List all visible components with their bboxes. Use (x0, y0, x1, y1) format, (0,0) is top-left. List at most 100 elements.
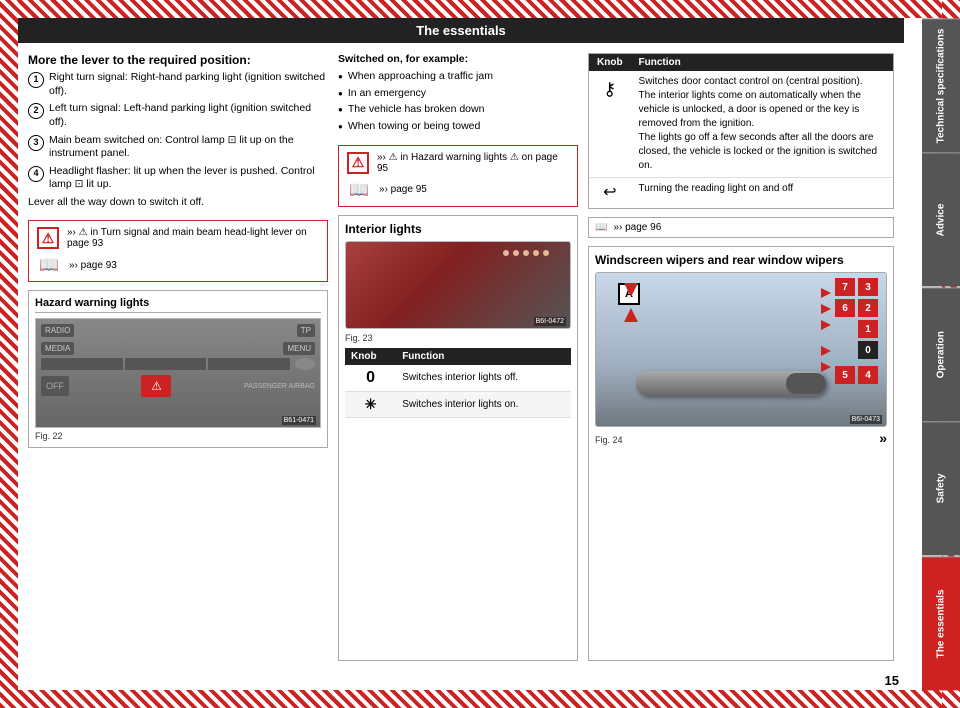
wiper-lever (636, 371, 826, 396)
mid-column: Switched on, for example: When approachi… (338, 53, 578, 661)
knob-sun: ✳ (345, 391, 396, 417)
switched-section: Switched on, for example: When approachi… (338, 53, 578, 137)
item-text-3: Main beam switched on: Control lamp ⊡ li… (49, 134, 328, 161)
num-circle-3: 3 (28, 135, 44, 151)
top-border (0, 0, 960, 18)
right-column: Knob Function ⚷ Switches door contact co… (588, 53, 894, 661)
windscreen-title: Windscreen wipers and rear window wipers (595, 253, 887, 267)
off-btn: OFF (41, 376, 69, 396)
warning-icon: ⚠ (37, 227, 59, 249)
fig-code-23: B6I-0472 (534, 317, 566, 326)
tabs-container: Technical specifications Advice Operatio… (922, 18, 960, 690)
radio-row1b: MEDIA MENU (41, 342, 315, 355)
table-row: ↩ Turning the reading light on and off (589, 178, 893, 209)
intro-text: More the lever to the required position: (28, 53, 328, 67)
book-icon-mid: 📖 (347, 180, 371, 200)
fig-23-label: Fig. 23 (345, 333, 571, 343)
item-text-2: Left turn signal: Left-hand parking ligh… (49, 102, 328, 129)
bullet-item: When approaching a traffic jam (338, 70, 578, 84)
arrows-to-numbers (821, 288, 831, 372)
list-item: 1 Right turn signal: Right-hand parking … (28, 71, 328, 98)
numbered-list: 1 Right turn signal: Right-hand parking … (28, 71, 328, 192)
page-title: The essentials (416, 23, 506, 38)
num-circle-1: 1 (28, 72, 44, 88)
menu-btn: MENU (283, 342, 315, 355)
label-2: 2 (858, 299, 878, 317)
radio-btn: RADIO (41, 324, 74, 337)
hazard-button[interactable]: ⚠ (141, 375, 171, 397)
table-row: 0 Switches interior lights off. (345, 365, 571, 392)
function-0: Switches interior lights off. (396, 365, 571, 392)
hazard-image: RADIO TP MEDIA MENU (35, 318, 321, 428)
tab-technical[interactable]: Technical specifications (922, 18, 960, 152)
label-1: 1 (858, 320, 878, 338)
num-circle-2: 2 (28, 103, 44, 119)
fig-24-label: Fig. 24 (595, 435, 623, 445)
wiper-diagram: A 7 3 (595, 272, 887, 427)
tab-operation[interactable]: Operation (922, 287, 960, 421)
interior-image: B6I-0472 (345, 241, 571, 329)
list-item: 3 Main beam switched on: Control lamp ⊡ … (28, 134, 328, 161)
warning-row-2: 📖 »› page 93 (37, 255, 319, 275)
main-content: The essentials More the lever to the req… (18, 18, 904, 690)
bullet-item: The vehicle has broken down (338, 103, 578, 117)
fig-code-22: B61-0471 (282, 416, 316, 425)
top-knob-section: Knob Function ⚷ Switches door contact co… (588, 53, 894, 209)
label-7: 7 (835, 278, 855, 296)
warning-row-1: ⚠ »› ⚠ in Turn signal and main beam head… (37, 227, 319, 249)
media-btn: MEDIA (41, 342, 74, 355)
interior-section: Interior lights B6I-0472 Fig. 23 (338, 215, 578, 661)
light-dots (503, 250, 560, 256)
radio-mock: RADIO TP MEDIA MENU (36, 319, 320, 427)
knob-0: 0 (345, 365, 396, 392)
page-number: 15 (18, 671, 904, 690)
fig-code-24: B6I-0473 (850, 415, 882, 424)
function-sun: Switches interior lights on. (396, 391, 571, 417)
arrow-right: » (879, 430, 887, 446)
col-knob: Knob (345, 348, 396, 365)
tab-safety[interactable]: Safety (922, 421, 960, 555)
radio-row1: RADIO TP (41, 324, 315, 337)
left-column: More the lever to the required position:… (28, 53, 328, 661)
page-ref-mid: »› page 95 (379, 184, 427, 195)
label-4: 4 (858, 366, 878, 384)
top-knob-table: Knob Function ⚷ Switches door contact co… (589, 54, 893, 208)
page-ref-left: »› page 93 (69, 260, 117, 271)
function-reading: Turning the reading light on and off (631, 178, 893, 209)
hazard-title: Hazard warning lights (35, 297, 321, 313)
bottom-border (0, 690, 960, 708)
warning-icon-mid: ⚠ (347, 152, 369, 174)
hazard-section: Hazard warning lights RADIO TP MEDIA MEN… (28, 290, 328, 448)
page-ref-96: »› page 96 (613, 222, 661, 233)
passenger-text: PASSENGER AIRBAG (244, 383, 315, 390)
knob-reading: ↩ (589, 178, 631, 209)
col-function: Function (396, 348, 571, 365)
label-6: 6 (835, 299, 855, 317)
label-5: 5 (835, 366, 855, 384)
warning-row-mid-2: 📖 »› page 95 (347, 180, 569, 200)
book-icon-right: 📖 (595, 222, 607, 233)
switched-title: Switched on, for example: (338, 53, 578, 65)
warning-row-mid-1: ⚠ »› ⚠ in Hazard warning lights ⚠ on pag… (347, 152, 569, 174)
radio-row3: OFF ⚠ PASSENGER AIRBAG (41, 375, 315, 397)
tab-advice[interactable]: Advice (922, 152, 960, 286)
left-border (0, 0, 18, 708)
interior-table: Knob Function 0 Switches interior lights… (345, 348, 571, 418)
label-0: 0 (858, 341, 878, 359)
warning-box-mid: ⚠ »› ⚠ in Hazard warning lights ⚠ on pag… (338, 145, 578, 207)
radio-row2 (41, 358, 315, 370)
arrow-down (624, 283, 638, 297)
windscreen-section: Windscreen wipers and rear window wipers… (588, 246, 894, 661)
list-item: 4 Headlight flasher: lit up when the lev… (28, 165, 328, 192)
content-area: More the lever to the required position:… (18, 43, 904, 671)
lever-text: Lever all the way down to switch it off. (28, 196, 328, 208)
fig-22-label: Fig. 22 (35, 431, 321, 441)
page-ref-row: 📖 »› page 96 (588, 217, 894, 238)
tab-essentials[interactable]: The essentials (922, 556, 960, 690)
book-icon-left: 📖 (37, 255, 61, 275)
wiper-numbers: 7 3 6 2 1 0 (835, 278, 878, 384)
col-function-top: Function (631, 54, 893, 71)
bullet-list: When approaching a traffic jam In an eme… (338, 70, 578, 134)
fig-24-row: Fig. 24 » (595, 430, 887, 446)
col-knob-top: Knob (589, 54, 631, 71)
